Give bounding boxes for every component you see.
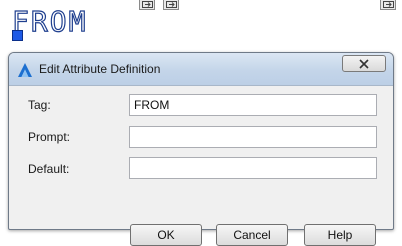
insertion-grip[interactable] bbox=[12, 30, 23, 41]
tag-field[interactable]: FROM bbox=[129, 94, 377, 116]
help-button[interactable]: Help bbox=[304, 224, 376, 246]
prompt-label: Prompt: bbox=[28, 130, 71, 144]
restore-icon bbox=[166, 1, 177, 8]
tag-label: Tag: bbox=[28, 98, 51, 112]
dialog-title: Edit Attribute Definition bbox=[39, 62, 161, 76]
cad-attribute-text[interactable]: FROM bbox=[11, 4, 87, 39]
edit-attribute-definition-dialog: Edit Attribute Definition Tag: FROM Prom… bbox=[8, 52, 394, 246]
dialog-titlebar[interactable]: Edit Attribute Definition bbox=[9, 53, 393, 86]
restore-icon bbox=[142, 1, 153, 8]
viewport-restore-button-3[interactable] bbox=[380, 0, 396, 10]
default-field[interactable] bbox=[129, 157, 377, 179]
close-icon bbox=[359, 59, 369, 69]
restore-icon bbox=[383, 1, 394, 8]
viewport-restore-button-1[interactable] bbox=[139, 0, 155, 10]
viewport-restore-button-2[interactable] bbox=[163, 0, 179, 10]
prompt-field[interactable] bbox=[129, 126, 377, 148]
dialog-body: Tag: FROM Prompt: Default: OK Cancel Hel… bbox=[16, 86, 386, 246]
close-button[interactable] bbox=[342, 55, 386, 72]
autocad-app-icon bbox=[18, 63, 32, 77]
ok-button[interactable]: OK bbox=[130, 224, 202, 246]
cancel-button[interactable]: Cancel bbox=[216, 224, 288, 246]
default-label: Default: bbox=[28, 162, 70, 176]
